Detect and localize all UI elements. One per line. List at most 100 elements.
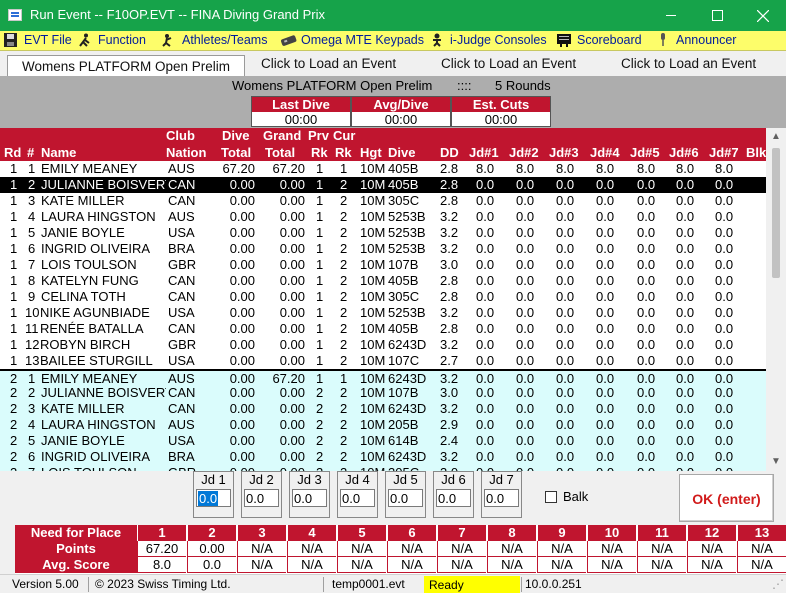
tab-event-4[interactable]: Click to Load an Event (621, 56, 756, 76)
minimize-button[interactable] (648, 0, 694, 31)
title-bar[interactable]: Run Event -- F10OP.EVT -- FINA Diving Gr… (0, 0, 786, 31)
avg-score-cell: N/A (387, 557, 436, 573)
table-cell: 0.00 (279, 417, 305, 432)
table-cell: 10M (360, 353, 386, 368)
table-cell: 0.0 (476, 321, 495, 336)
judge-7-input[interactable] (484, 489, 519, 507)
menu-i-judge-consoles-label: i-Judge Consoles (450, 33, 547, 47)
table-cell: 1 (10, 273, 18, 288)
place-header: 2 (187, 525, 236, 541)
table-cell: 2 (340, 209, 348, 224)
maximize-button[interactable] (694, 0, 740, 31)
header-cur: Cur (333, 128, 356, 143)
table-cell: 0.0 (516, 385, 535, 400)
points-cell: 67.20 (137, 541, 186, 557)
table-cell: KATELYN FUNG (41, 273, 139, 288)
balk-checkbox-box[interactable] (545, 491, 557, 503)
table-cell: 1 (316, 353, 324, 368)
table-cell: 2 (10, 449, 18, 464)
tab-event-2[interactable]: Click to Load an Event (261, 56, 396, 76)
table-cell: 0.0 (516, 257, 535, 272)
avg-score-cell: N/A (337, 557, 386, 573)
table-row[interactable]: 1 9 CELINA TOTH CAN 0.00 0.00 1 2 10M 305C 2.8 0.0 0… (0, 289, 766, 305)
judge-5-input[interactable] (388, 489, 423, 507)
table-cell: 0.0 (476, 305, 495, 320)
scroll-down-icon[interactable]: ▼ (770, 456, 782, 468)
column-header: Total (221, 145, 252, 160)
judge-2-input[interactable] (244, 489, 279, 507)
menu-i-judge-consoles[interactable]: i-Judge Consoles (429, 31, 547, 51)
table-cell: AUS (168, 161, 195, 176)
table-row[interactable]: 2 2 JULIANNE BOISVERT CAN 0.00 0.00 2 2 10M 107B 3… (0, 385, 766, 401)
judge-5-label: Jd 5 (393, 472, 418, 487)
table-cell: 0.00 (229, 225, 255, 240)
table-row[interactable]: 1 1 EMILY MEANEY AUS 67.20 67.20 1 1 10M 405B 2.8 8… (0, 161, 766, 177)
table-row[interactable]: 1 12 ROBYN BIRCH GBR 0.00 0.00 1 2 10M 6243D 3.2 0.… (0, 337, 766, 353)
table-row[interactable]: 2 5 JANIE BOYLE USA 0.00 0.00 2 2 10M 614B 2.4 0.0 0… (0, 433, 766, 449)
judge-3-input[interactable] (292, 489, 327, 507)
run-event-window: Run Event -- F10OP.EVT -- FINA Diving Gr… (0, 0, 786, 593)
scroll-thumb[interactable] (772, 148, 780, 278)
table-cell: 10M (360, 161, 386, 176)
tab-event-3[interactable]: Click to Load an Event (441, 56, 576, 76)
table-row[interactable]: 2 1 EMILY MEANEY AUS 0.00 67.20 1 1 10M 6243D 3.2 0… (0, 369, 766, 386)
table-row[interactable]: 1 4 LAURA HINGSTON AUS 0.00 0.00 1 2 10M 5253B 3.2… (0, 209, 766, 225)
scroll-up-icon[interactable]: ▲ (770, 131, 782, 143)
table-cell: 3.2 (440, 305, 459, 320)
menu-athletes-teams[interactable]: Athletes/Teams (161, 31, 267, 51)
table-cell: 0.0 (556, 385, 575, 400)
ok-enter-button[interactable]: OK (enter) (679, 474, 774, 522)
judge-1-input[interactable]: 0.0 (196, 489, 231, 507)
table-cell: 0.00 (279, 337, 305, 352)
table-row[interactable]: 1 8 KATELYN FUNG CAN 0.00 0.00 1 2 10M 405B 2.8 0.0… (0, 273, 766, 289)
table-row[interactable]: 1 10 NIKE AGUNBIADE USA 0.00 0.00 1 2 10M 5253B 3.… (0, 305, 766, 321)
table-row[interactable]: 1 3 KATE MILLER CAN 0.00 0.00 1 2 10M 305C 2.8 0.0 0… (0, 193, 766, 209)
est-cuts-box: Est. Cuts 00:00 (451, 96, 551, 127)
last-dive-box: Last Dive 00:00 (251, 96, 351, 127)
table-cell: USA (168, 305, 195, 320)
table-row[interactable]: 2 4 LAURA HINGSTON AUS 0.00 0.00 2 2 10M 205B 2.9 0… (0, 417, 766, 433)
table-row[interactable]: 1 7 LOIS TOULSON GBR 0.00 0.00 1 2 10M 107B 3.0 0.0… (0, 257, 766, 273)
table-cell: CAN (168, 321, 196, 336)
need-title: Need for Place (15, 525, 137, 541)
resize-grip-icon[interactable]: ⋰ (772, 575, 784, 593)
table-cell: LAURA HINGSTON (41, 209, 156, 224)
table-row[interactable]: 1 6 INGRID OLIVEIRA BRA 0.00 0.00 1 2 10M 5253B 3.… (0, 241, 766, 257)
table-cell: 0.0 (476, 353, 495, 368)
table-row[interactable]: 1 13 BAILEE STURGILL USA 0.00 0.00 1 2 10M 107C 2.… (0, 353, 766, 369)
balk-checkbox[interactable]: Balk (545, 489, 588, 504)
results-rows[interactable]: 1 1 EMILY MEANEY AUS 67.20 67.20 1 1 10M 405B 2.8 8… (0, 161, 766, 471)
menu-function[interactable]: Function (77, 31, 146, 51)
judge-4-input[interactable] (340, 489, 375, 507)
table-cell: ROBYN BIRCH (40, 337, 131, 352)
table-cell: 0.00 (279, 321, 305, 336)
table-cell: 2.8 (440, 193, 459, 208)
menu-announcer[interactable]: Announcer (655, 31, 736, 51)
event-line: Womens PLATFORM Open Prelim :::: 5 Round… (0, 76, 786, 94)
table-row[interactable]: 2 6 INGRID OLIVEIRA BRA 0.00 0.00 2 2 10M 6243D 3.… (0, 449, 766, 465)
menu-evt-file[interactable]: EVT File (3, 31, 72, 51)
table-row[interactable]: 2 3 KATE MILLER CAN 0.00 0.00 2 2 10M 6243D 3.2 0.0… (0, 401, 766, 417)
tab-event-1[interactable]: Womens PLATFORM Open Prelim (7, 55, 245, 77)
table-row[interactable]: 1 11 RENÉE BATALLA CAN 0.00 0.00 1 2 10M 405B 2.8 0… (0, 321, 766, 337)
menu-omega-mte-keypads[interactable]: Omega MTE Keypads (280, 31, 424, 51)
table-row[interactable]: 1 2 JULIANNE BOISVERT CAN 0.00 0.00 1 2 10M 405B 2… (0, 177, 766, 193)
table-cell: USA (168, 433, 195, 448)
table-cell: 8.0 (556, 161, 575, 176)
disk-icon (3, 33, 19, 47)
vertical-scrollbar[interactable]: ▲ ▼ (766, 128, 786, 471)
table-cell: 9 (28, 289, 36, 304)
results-grid: Club Dive Grand Prv Cur Rd # Name Nation Tot… (0, 128, 786, 471)
table-cell: 0.00 (279, 209, 305, 224)
athletes-icon (161, 33, 177, 47)
menu-scoreboard[interactable]: Scoreboard (556, 31, 642, 51)
app-icon[interactable] (8, 9, 22, 21)
table-cell: NIKE AGUNBIADE (40, 305, 150, 320)
close-button[interactable] (740, 0, 786, 31)
table-cell: 0.00 (229, 417, 255, 432)
table-cell: 0.0 (516, 433, 535, 448)
table-row[interactable]: 1 5 JANIE BOYLE USA 0.00 0.00 1 2 10M 5253B 3.2 0.0… (0, 225, 766, 241)
table-cell: 0.0 (637, 353, 656, 368)
table-cell: 0.00 (229, 337, 255, 352)
judge-6-input[interactable] (436, 489, 471, 507)
